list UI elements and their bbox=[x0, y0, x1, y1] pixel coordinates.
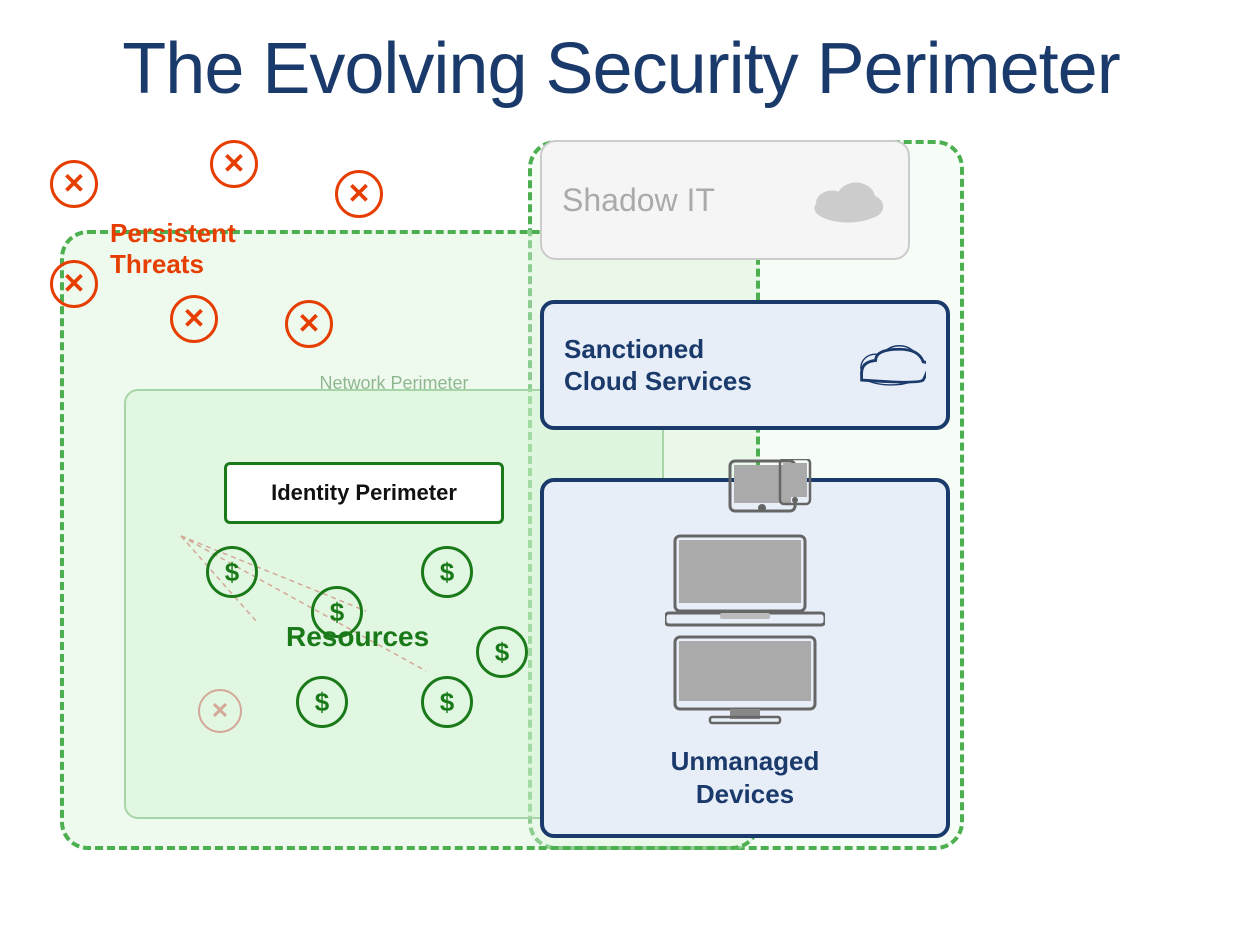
threats-label: Persistent Threats bbox=[110, 218, 236, 280]
page-title: The Evolving Security Perimeter bbox=[0, 0, 1242, 110]
sanctioned-cloud-icon bbox=[856, 340, 926, 390]
resource-dollar-1: $ bbox=[206, 546, 258, 598]
threat-icon-1: ✕ bbox=[50, 160, 98, 208]
unmanaged-line1: Unmanaged bbox=[671, 746, 820, 776]
threat-icon-4: ✕ bbox=[50, 260, 98, 308]
resource-dollar-3: $ bbox=[421, 546, 473, 598]
sanctioned-label: Sanctioned Cloud Services bbox=[564, 333, 840, 398]
laptop-icon bbox=[665, 531, 825, 631]
identity-perimeter-box: Identity Perimeter bbox=[224, 462, 504, 524]
identity-perimeter-label: Identity Perimeter bbox=[271, 480, 457, 506]
diagram-area: Network Perimeter ✕ $ $ $ $ $ $ Resource… bbox=[30, 140, 1212, 910]
monitor-icon bbox=[670, 635, 820, 725]
unmanaged-devices-box: Unmanaged Devices bbox=[540, 478, 950, 838]
resource-dollar-5: $ bbox=[296, 676, 348, 728]
shadow-it-box: Shadow IT bbox=[540, 140, 910, 260]
resource-dollar-6: $ bbox=[421, 676, 473, 728]
threat-icon-6: ✕ bbox=[170, 295, 218, 343]
threat-icon-3: ✕ bbox=[335, 170, 383, 218]
sanctioned-cloud-box: Sanctioned Cloud Services bbox=[540, 300, 950, 430]
shadow-it-label: Shadow IT bbox=[562, 182, 792, 219]
sanctioned-line2: Cloud Services bbox=[564, 366, 752, 396]
devices-stack bbox=[665, 459, 825, 725]
faded-threat-icon: ✕ bbox=[198, 689, 242, 733]
threats-area: ✕ ✕ ✕ ✕ ✕ ✕ Persistent Threats bbox=[40, 140, 380, 380]
threat-icon-5: ✕ bbox=[285, 300, 333, 348]
resource-dollar-4: $ bbox=[476, 626, 528, 678]
sanctioned-line1: Sanctioned bbox=[564, 334, 704, 364]
unmanaged-line2: Devices bbox=[696, 779, 794, 809]
threats-line1: Persistent bbox=[110, 218, 236, 248]
tablet-icon bbox=[725, 459, 815, 527]
unmanaged-label: Unmanaged Devices bbox=[671, 745, 820, 810]
shadow-cloud-icon bbox=[808, 173, 888, 228]
threat-icon-2: ✕ bbox=[210, 140, 258, 188]
resources-label: Resources bbox=[286, 621, 429, 653]
threats-line2: Threats bbox=[110, 249, 204, 279]
